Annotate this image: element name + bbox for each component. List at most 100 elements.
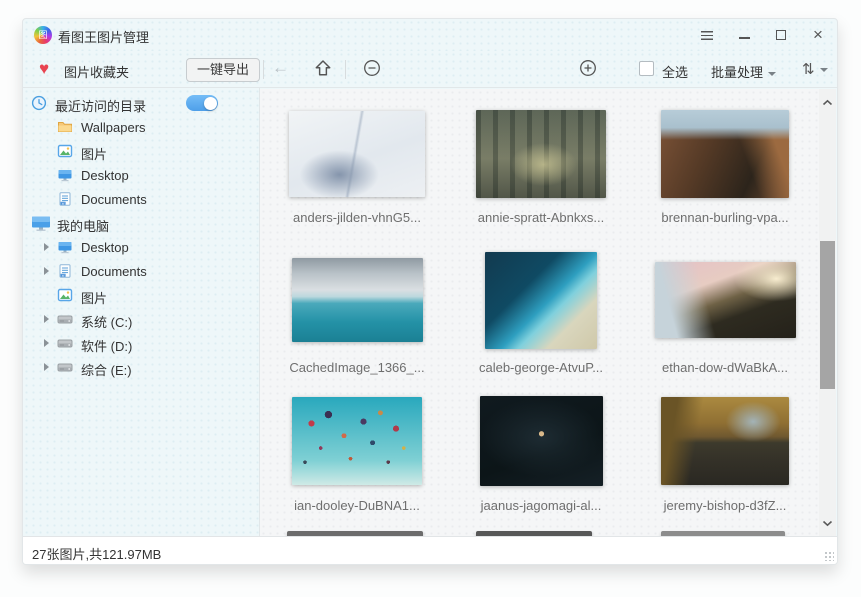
svg-text:W: W bbox=[62, 201, 65, 205]
image-filename: annie-spratt-Abnkxs... bbox=[478, 210, 604, 225]
sidebar-item-drive-d[interactable]: 软件 (D:) bbox=[23, 331, 259, 355]
sidebar-item-drive-e[interactable]: 综合 (E:) bbox=[23, 355, 259, 379]
sidebar-item-label: Documents bbox=[81, 264, 147, 279]
toolbar-separator bbox=[263, 60, 264, 79]
sidebar-item-label: 系统 (C:) bbox=[81, 312, 132, 331]
image-count-status: 27张图片,共121.97MB bbox=[32, 544, 161, 563]
expand-arrow-icon[interactable] bbox=[44, 339, 49, 347]
sidebar-item-documents-recent[interactable]: W Documents bbox=[23, 187, 259, 211]
expand-arrow-icon[interactable] bbox=[44, 243, 49, 251]
scrollbar-thumb[interactable] bbox=[820, 241, 835, 389]
sidebar-item-label: 我的电脑 bbox=[57, 216, 109, 235]
sidebar-item-pictures[interactable]: 图片 bbox=[23, 283, 259, 307]
sidebar-item-label: 软件 (D:) bbox=[81, 336, 132, 355]
grid-item[interactable]: jeremy-bishop-d3fZ... bbox=[633, 393, 817, 513]
plus-circle-icon bbox=[579, 59, 597, 77]
sort-icon: ⇅ bbox=[802, 61, 815, 78]
sidebar-item-wallpapers[interactable]: Wallpapers bbox=[23, 115, 259, 139]
sidebar-item-recent-dirs[interactable]: 最近访问的目录 bbox=[23, 91, 259, 115]
sidebar-item-drive-c[interactable]: 系统 (C:) bbox=[23, 307, 259, 331]
image-thumbnail bbox=[480, 396, 603, 486]
toggle-knob bbox=[204, 97, 217, 110]
picture-icon bbox=[57, 143, 73, 159]
image-thumbnail bbox=[289, 111, 425, 197]
image-thumbnail bbox=[661, 110, 789, 198]
sidebar-item-pictures-recent[interactable]: 图片 bbox=[23, 139, 259, 163]
expand-arrow-icon[interactable] bbox=[44, 315, 49, 323]
heart-icon: ♥ bbox=[39, 59, 49, 79]
image-thumbnail bbox=[661, 397, 789, 485]
monitor-icon bbox=[57, 167, 73, 183]
sidebar-item-documents[interactable]: W Documents bbox=[23, 259, 259, 283]
image-filename: CachedImage_1366_... bbox=[289, 360, 424, 375]
sidebar-item-label: Wallpapers bbox=[81, 120, 146, 135]
image-thumbnail bbox=[485, 252, 597, 349]
status-bar: 27张图片,共121.97MB bbox=[23, 536, 837, 564]
close-icon: × bbox=[813, 28, 823, 42]
drive-icon bbox=[57, 359, 73, 375]
up-home-button[interactable] bbox=[314, 59, 332, 82]
sidebar-item-label: Desktop bbox=[81, 168, 129, 183]
sidebar-item-desktop-recent[interactable]: Desktop bbox=[23, 163, 259, 187]
sidebar-item-desktop[interactable]: Desktop bbox=[23, 235, 259, 259]
grid-item[interactable]: ethan-dow-dWaBkA... bbox=[633, 249, 817, 375]
grid-item[interactable]: jaanus-jagomagi-al... bbox=[449, 393, 633, 513]
up-arrow-icon bbox=[314, 59, 332, 77]
grid-item[interactable]: CachedImage_1366_... bbox=[265, 249, 449, 375]
image-grid: anders-jilden-vhnG5... annie-spratt-Abnk… bbox=[260, 89, 819, 536]
app-logo-icon: 图 bbox=[34, 26, 52, 44]
image-filename: caleb-george-AtvuP... bbox=[479, 360, 603, 375]
grid-item[interactable]: anders-jilden-vhnG5... bbox=[265, 107, 449, 225]
scroll-down-arrow-icon[interactable] bbox=[822, 514, 833, 532]
sidebar-item-label: Desktop bbox=[81, 240, 129, 255]
maximize-icon bbox=[776, 30, 786, 40]
back-button[interactable]: ← bbox=[272, 58, 289, 78]
picture-icon bbox=[57, 287, 73, 303]
recent-dirs-toggle[interactable] bbox=[186, 95, 218, 111]
close-button[interactable]: × bbox=[811, 28, 825, 42]
image-filename: ian-dooley-DuBNA1... bbox=[294, 498, 420, 513]
zoom-out-button[interactable] bbox=[363, 59, 381, 82]
computer-icon bbox=[31, 215, 51, 231]
image-filename: jaanus-jagomagi-al... bbox=[481, 498, 602, 513]
grid-item[interactable]: annie-spratt-Abnkxs... bbox=[449, 107, 633, 225]
image-filename: brennan-burling-vpa... bbox=[661, 210, 788, 225]
hamburger-icon bbox=[701, 31, 713, 40]
select-all-label[interactable]: 全选 bbox=[662, 62, 688, 81]
vertical-scrollbar[interactable] bbox=[819, 89, 836, 536]
maximize-button[interactable] bbox=[774, 28, 788, 42]
menu-button[interactable] bbox=[700, 28, 714, 42]
favorites-label[interactable]: 图片收藏夹 bbox=[64, 62, 129, 81]
image-thumbnail bbox=[476, 110, 606, 198]
batch-process-label: 批量处理 bbox=[711, 65, 763, 80]
image-thumbnail bbox=[292, 397, 422, 485]
sidebar-item-label: Documents bbox=[81, 192, 147, 207]
grid-item[interactable]: caleb-george-AtvuP... bbox=[449, 249, 633, 375]
app-window: 图 看图王图片管理 × ♥ 图片收藏夹 一键导出 ← 全选 批量处理 ⇅ bbox=[22, 18, 838, 565]
scroll-up-arrow-icon[interactable] bbox=[822, 93, 833, 111]
sidebar-item-label: 综合 (E:) bbox=[81, 360, 132, 379]
sidebar-item-my-computer[interactable]: 我的电脑 bbox=[23, 211, 259, 235]
export-button[interactable]: 一键导出 bbox=[186, 58, 260, 82]
chevron-down-icon bbox=[820, 68, 828, 72]
batch-process-menu[interactable]: 批量处理 bbox=[711, 62, 776, 81]
drive-icon bbox=[57, 311, 73, 327]
expand-arrow-icon[interactable] bbox=[44, 267, 49, 275]
image-filename: jeremy-bishop-d3fZ... bbox=[664, 498, 787, 513]
grid-item[interactable]: ian-dooley-DuBNA1... bbox=[265, 393, 449, 513]
zoom-in-button[interactable] bbox=[579, 59, 597, 82]
sort-menu[interactable]: ⇅ bbox=[802, 60, 828, 78]
select-all-checkbox[interactable] bbox=[639, 61, 654, 76]
expand-arrow-icon[interactable] bbox=[44, 363, 49, 371]
grid-item[interactable]: brennan-burling-vpa... bbox=[633, 107, 817, 225]
minus-circle-icon bbox=[363, 59, 381, 77]
resize-grip[interactable] bbox=[823, 550, 834, 561]
image-thumbnail bbox=[292, 258, 423, 342]
drive-icon bbox=[57, 335, 73, 351]
title-bar: 图 看图王图片管理 × bbox=[23, 19, 837, 51]
monitor-icon bbox=[57, 239, 73, 255]
sidebar-item-label: 最近访问的目录 bbox=[55, 96, 146, 115]
minimize-button[interactable] bbox=[737, 28, 751, 42]
minimize-icon bbox=[739, 37, 750, 39]
document-icon: W bbox=[57, 263, 73, 279]
